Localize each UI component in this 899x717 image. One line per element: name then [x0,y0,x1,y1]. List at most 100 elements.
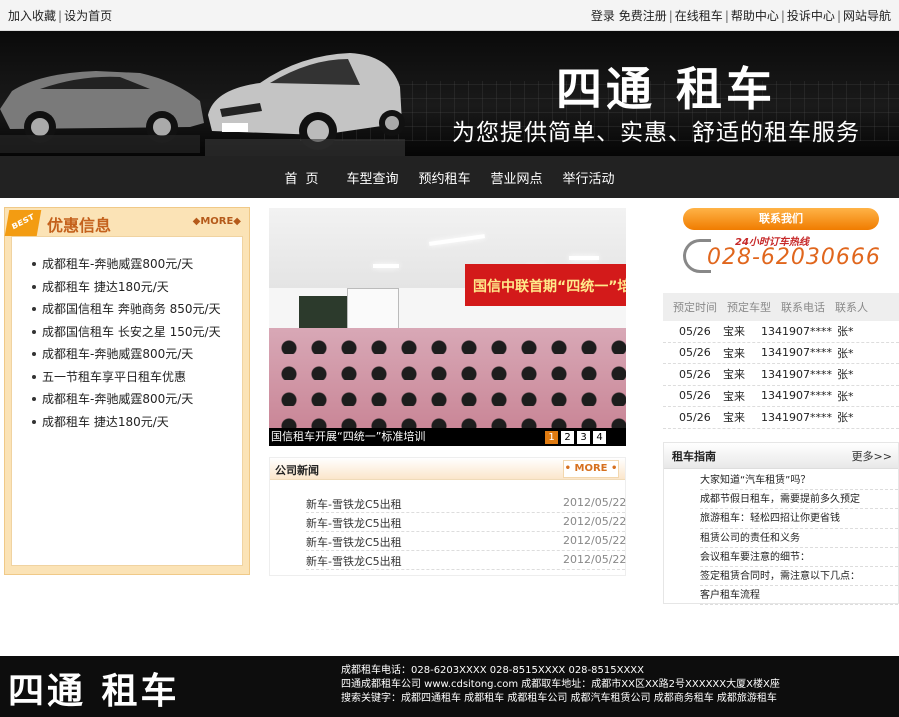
slide-projector-screen [347,288,399,332]
car-image [0,53,405,156]
cell: 张* [837,368,854,382]
guide-item[interactable]: 旅游租车：轻松四招让你更省钱 [700,509,898,529]
table-row: 05/26 宝来 1341907**** 张* [663,407,899,429]
cell: 宝来 [723,325,745,339]
cell: 宝来 [723,368,745,382]
separator: | [58,8,63,23]
slide-page-4[interactable]: 4 [593,431,606,444]
add-favorite-link[interactable]: 加入收藏 [8,9,56,23]
login-link[interactable]: 登录 [591,9,615,23]
site-nav-link[interactable]: 网站导航 [843,9,891,23]
news-item-title: 新车-雪铁龙C5出租 [306,517,402,530]
cell: 1341907**** [761,346,832,360]
promo-item[interactable]: 成都国信租车 长安之星 150元/天 [30,323,242,346]
footer: 四通 租车 成都租车电话：028-6203XXXX 028-8515XXXX 0… [0,656,899,717]
cell: 张* [837,389,854,403]
promo-item[interactable]: 成都租车-奔驰威霆800元/天 [30,345,242,368]
separator: | [724,8,729,23]
promo-item[interactable]: 成都租车-奔驰威霆800元/天 [30,390,242,413]
online-rental-link[interactable]: 在线租车 [675,9,723,23]
news-item-title: 新车-雪铁龙C5出租 [306,536,402,549]
cell: 05/26 [679,324,711,338]
booking-table-header: 预定时间 预定车型 联系电话 联系人 [663,293,899,321]
main-nav: 首页 车型查询 预约租车 营业网点 举行活动 [0,156,899,198]
ceiling-lamp-icon [569,256,599,260]
guide-title: 租车指南 [672,449,716,463]
promo-title: 优惠信息 [47,216,112,235]
cell: 宝来 [723,411,745,425]
news-item[interactable]: 新车-雪铁龙C5出租 2012/05/22 [306,532,626,551]
cell: 宝来 [723,389,745,403]
news-header: 公司新闻 • MORE • [270,458,625,480]
guide-item[interactable]: 签定租赁合同时，需注意以下几点： [700,567,898,587]
best-badge-icon: BEST [4,210,42,236]
promo-item[interactable]: 五一节租车享平日租车优惠 [30,368,242,391]
guide-item[interactable]: 会议租车要注意的细节： [700,548,898,567]
cell: 1341907**** [761,389,832,403]
separator: | [668,8,673,23]
news-item[interactable]: 新车-雪铁龙C5出租 2012/05/22 [306,551,627,570]
contact-us-button[interactable]: 联系我们 [683,208,879,230]
news-item-title: 新车-雪铁龙C5出租 [306,498,402,511]
news-item[interactable]: 新车-雪铁龙C5出租 2012/05/22 [306,513,626,532]
complaint-center-link[interactable]: 投诉中心 [787,9,835,23]
cell: 张* [837,346,854,360]
nav-item-events[interactable]: 举行活动 [553,168,625,187]
news-item-title: 新车-雪铁龙C5出租 [306,555,402,568]
best-badge-label: BEST [10,212,36,232]
slide-audience [269,328,626,432]
slide-red-banner: 国信中联首期“四统一”培训 [465,264,626,306]
news-title: 公司新闻 [275,464,319,477]
cell: 张* [837,411,854,425]
news-item[interactable]: 新车-雪铁龙C5出租 2012/05/22 [306,494,627,513]
nav-item-home[interactable]: 首页 [274,168,336,187]
news-slideshow[interactable]: 国信中联首期“四统一”培训 国信租车开展“四统一”标准培训 1 2 3 4 [269,208,626,446]
hotline-number: 028-62030666 [707,245,881,270]
rental-guide-panel: 租车指南 更多>> 大家知道“汽车租赁”吗？ 成都节假日租车，需要提前多久预定 … [663,442,899,606]
promo-header: BEST 优惠信息 ◆MORE◆ [4,208,249,236]
guide-item[interactable]: 客户租车流程 [700,586,898,606]
guide-item[interactable]: 成都节假日租车，需要提前多久预定 [700,490,898,510]
separator: | [836,8,841,23]
promo-item[interactable]: 成都租车-奔驰威霆800元/天 [30,255,242,278]
slide-page-3[interactable]: 3 [577,431,590,444]
footer-address-line: 四通成都租车公司 www.cdsitong.com 成都取车地址：成都市XX区X… [341,679,780,690]
slide-page-1[interactable]: 1 [545,431,558,444]
cell: 05/26 [679,389,711,403]
col-contact-phone: 联系电话 [781,301,825,314]
cell: 05/26 [679,346,711,360]
promo-item[interactable]: 成都租车 捷达180元/天 [30,278,242,301]
header-banner: 四通 租车 为您提供简单、实惠、舒适的租车服务 [0,31,899,156]
nav-item-car-search[interactable]: 车型查询 [336,168,408,187]
col-contact-person: 联系人 [835,301,868,314]
top-bar: 加入收藏 | 设为首页 登录 免费注册 | 在线租车 | 帮助中心 | 投诉中心 | 网站导航 [0,0,899,31]
news-item-date: 2012/05/22 [563,553,627,566]
nav-item-outlets[interactable]: 营业网点 [481,168,553,187]
col-booking-time: 预定时间 [673,301,717,314]
help-center-link[interactable]: 帮助中心 [731,9,779,23]
col-booking-model: 预定车型 [727,301,771,314]
promo-more-label: MORE [200,216,234,227]
nav-item-booking[interactable]: 预约租车 [408,168,480,187]
promo-item[interactable]: 成都租车 捷达180元/天 [30,413,242,436]
news-list: 新车-雪铁龙C5出租 2012/05/22 新车-雪铁龙C5出租 2012/05/2… [270,480,627,570]
brand-slogan: 为您提供简单、实惠、舒适的租车服务 [452,120,860,146]
news-more-link[interactable]: • MORE • [563,460,619,478]
promo-item[interactable]: 成都国信租车 奔驰商务 850元/天 [30,300,242,323]
guide-item[interactable]: 大家知道“汽车租赁”吗？ [700,471,898,491]
cell: 1341907**** [761,410,832,424]
set-homepage-link[interactable]: 设为首页 [64,9,112,23]
brand-title: 四通 租车 [556,62,777,116]
guide-more-link[interactable]: 更多>> [852,448,892,464]
booking-table: 预定时间 预定车型 联系电话 联系人 05/26 宝来 1341907**** 张* … [663,293,899,435]
table-row: 05/26 宝来 1341907**** 张* [663,343,899,364]
register-link[interactable]: 免费注册 [619,9,667,23]
cell: 05/26 [679,410,711,424]
guide-item[interactable]: 租赁公司的责任和义务 [700,529,898,548]
footer-logo: 四通 租车 [8,670,180,712]
footer-phone-line: 成都租车电话：028-6203XXXX 028-8515XXXX 028-851… [341,665,644,676]
promo-more-link[interactable]: ◆MORE◆ [193,216,241,227]
separator: | [780,8,785,23]
news-item-date: 2012/05/22 [563,496,627,509]
slide-page-2[interactable]: 2 [561,431,574,444]
